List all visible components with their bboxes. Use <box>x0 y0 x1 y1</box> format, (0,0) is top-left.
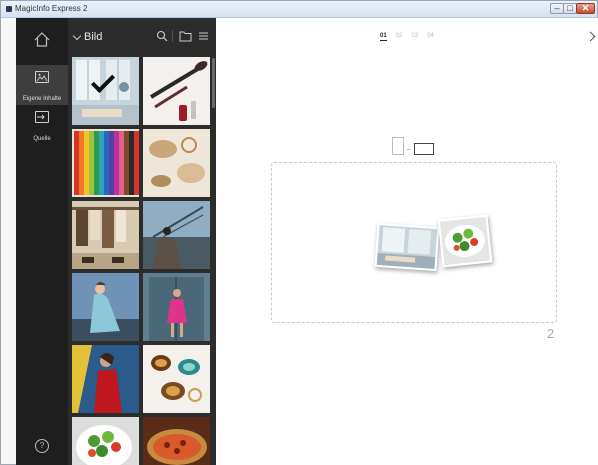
panel-title[interactable]: Bild <box>84 31 102 43</box>
preview-image-window-interior[interactable] <box>374 222 440 272</box>
thumbnail-window-interior[interactable] <box>72 57 139 125</box>
landscape-orientation-icon[interactable] <box>414 143 434 155</box>
left-nav: Eigene Inhalte Quelle ? <box>16 18 68 465</box>
app-icon <box>6 6 12 12</box>
page-number: 2 <box>547 326 555 341</box>
thumbnail-woman-red-dress[interactable] <box>72 345 139 413</box>
preview-image-salad-plate[interactable] <box>437 214 493 268</box>
nav-item-label: Eigene Inhalte <box>22 96 62 102</box>
source-input-icon <box>35 111 49 123</box>
step-03[interactable]: 03 <box>411 33 418 41</box>
title-bar: MagicInfo Express 2 – □ ✕ <box>1 1 597 18</box>
thumbnail-gemstone-rings[interactable] <box>143 345 210 413</box>
nav-item-label: Quelle <box>33 136 51 142</box>
thumbnail-accessories[interactable] <box>143 129 210 197</box>
maximize-button[interactable]: □ <box>563 3 577 14</box>
minimize-icon: – <box>554 3 560 13</box>
thumbnail-woman-blue-dress[interactable] <box>72 273 139 341</box>
minimize-button[interactable]: – <box>550 3 564 14</box>
help-icon: ? <box>39 441 45 450</box>
close-button[interactable]: ✕ <box>576 3 595 14</box>
panel-header: Bild <box>68 18 216 56</box>
step-02[interactable]: 02 <box>396 33 403 41</box>
help-button[interactable]: ? <box>35 439 49 453</box>
chevron-right-icon[interactable] <box>585 31 596 42</box>
layout-canvas[interactable] <box>271 162 557 323</box>
list-view-icon[interactable] <box>198 30 209 42</box>
home-button[interactable] <box>16 18 68 60</box>
chevron-down-icon[interactable] <box>72 31 82 41</box>
app-window: MagicInfo Express 2 – □ ✕ Eigene Inhalte… <box>0 0 598 465</box>
step-indicator: 01 02 03 04 <box>380 33 434 41</box>
content-panel: Bild <box>68 18 216 465</box>
maximize-icon: □ <box>567 3 573 13</box>
thumbnail-woman-bridge[interactable] <box>143 201 210 269</box>
thumbnail-makeup-brushes[interactable] <box>143 57 210 125</box>
header-divider <box>172 30 173 42</box>
panel-scrollbar[interactable] <box>212 58 215 108</box>
thumbnail-salad-plate[interactable] <box>72 417 139 465</box>
image-icon <box>35 71 49 83</box>
nav-item-eigene-inhalte[interactable]: Eigene Inhalte <box>16 65 68 105</box>
folder-icon[interactable] <box>179 30 192 42</box>
thumbnail-clothing-rack[interactable] <box>72 201 139 269</box>
orientation-separator <box>407 149 410 150</box>
home-icon <box>34 31 50 47</box>
step-04[interactable]: 04 <box>427 33 434 41</box>
thumbnail-pizza[interactable] <box>143 417 210 465</box>
search-icon[interactable] <box>156 30 168 42</box>
step-01[interactable]: 01 <box>380 33 387 41</box>
thumbnail-colored-pencils[interactable] <box>72 129 139 197</box>
thumbnail-woman-pink-door[interactable] <box>143 273 210 341</box>
portrait-orientation-icon[interactable] <box>392 137 404 155</box>
window-title: MagicInfo Express 2 <box>15 4 88 13</box>
nav-item-quelle[interactable]: Quelle <box>16 105 68 145</box>
close-icon: ✕ <box>581 3 590 13</box>
main-canvas-area: 01 02 03 04 2 <box>216 18 598 465</box>
